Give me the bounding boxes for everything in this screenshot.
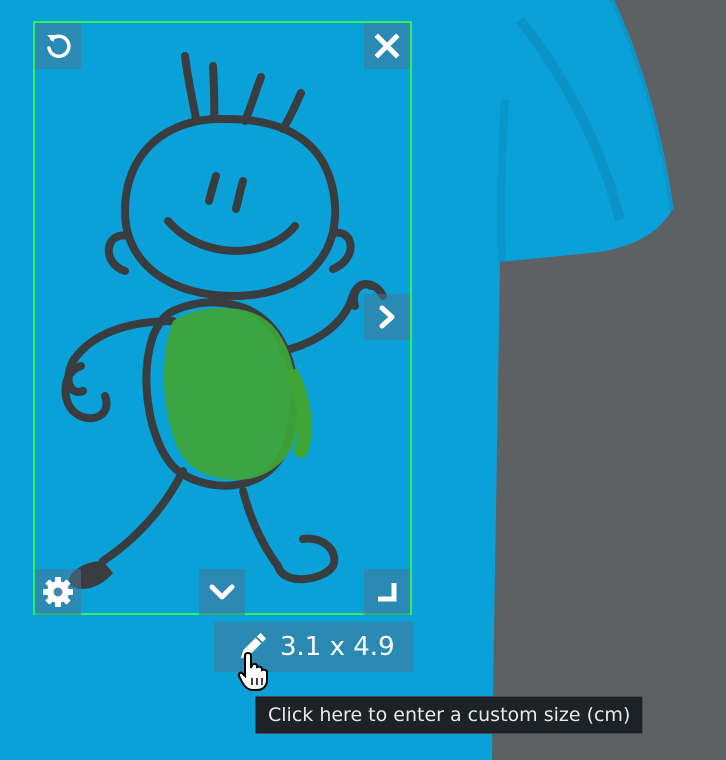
product-preview: 3.1 x 4.9 Click here to enter a custom s… [0, 0, 726, 760]
close-icon [374, 33, 400, 59]
chevron-right-icon [379, 305, 395, 329]
gear-icon [43, 577, 73, 607]
remove-button[interactable] [364, 23, 410, 69]
more-options-button[interactable] [199, 569, 245, 615]
design-size-label: 3.1 x 4.9 [280, 632, 395, 662]
size-tooltip: Click here to enter a custom size (cm) [255, 696, 644, 734]
settings-button[interactable] [35, 569, 81, 615]
rotate-icon [47, 34, 71, 58]
selection-box[interactable] [33, 21, 412, 615]
pointer-cursor-icon [237, 651, 268, 691]
chevron-down-icon [209, 584, 235, 600]
next-button[interactable] [364, 294, 410, 340]
resize-handle[interactable] [364, 569, 410, 615]
rotate-button[interactable] [35, 23, 81, 69]
resize-corner-icon [378, 583, 397, 602]
